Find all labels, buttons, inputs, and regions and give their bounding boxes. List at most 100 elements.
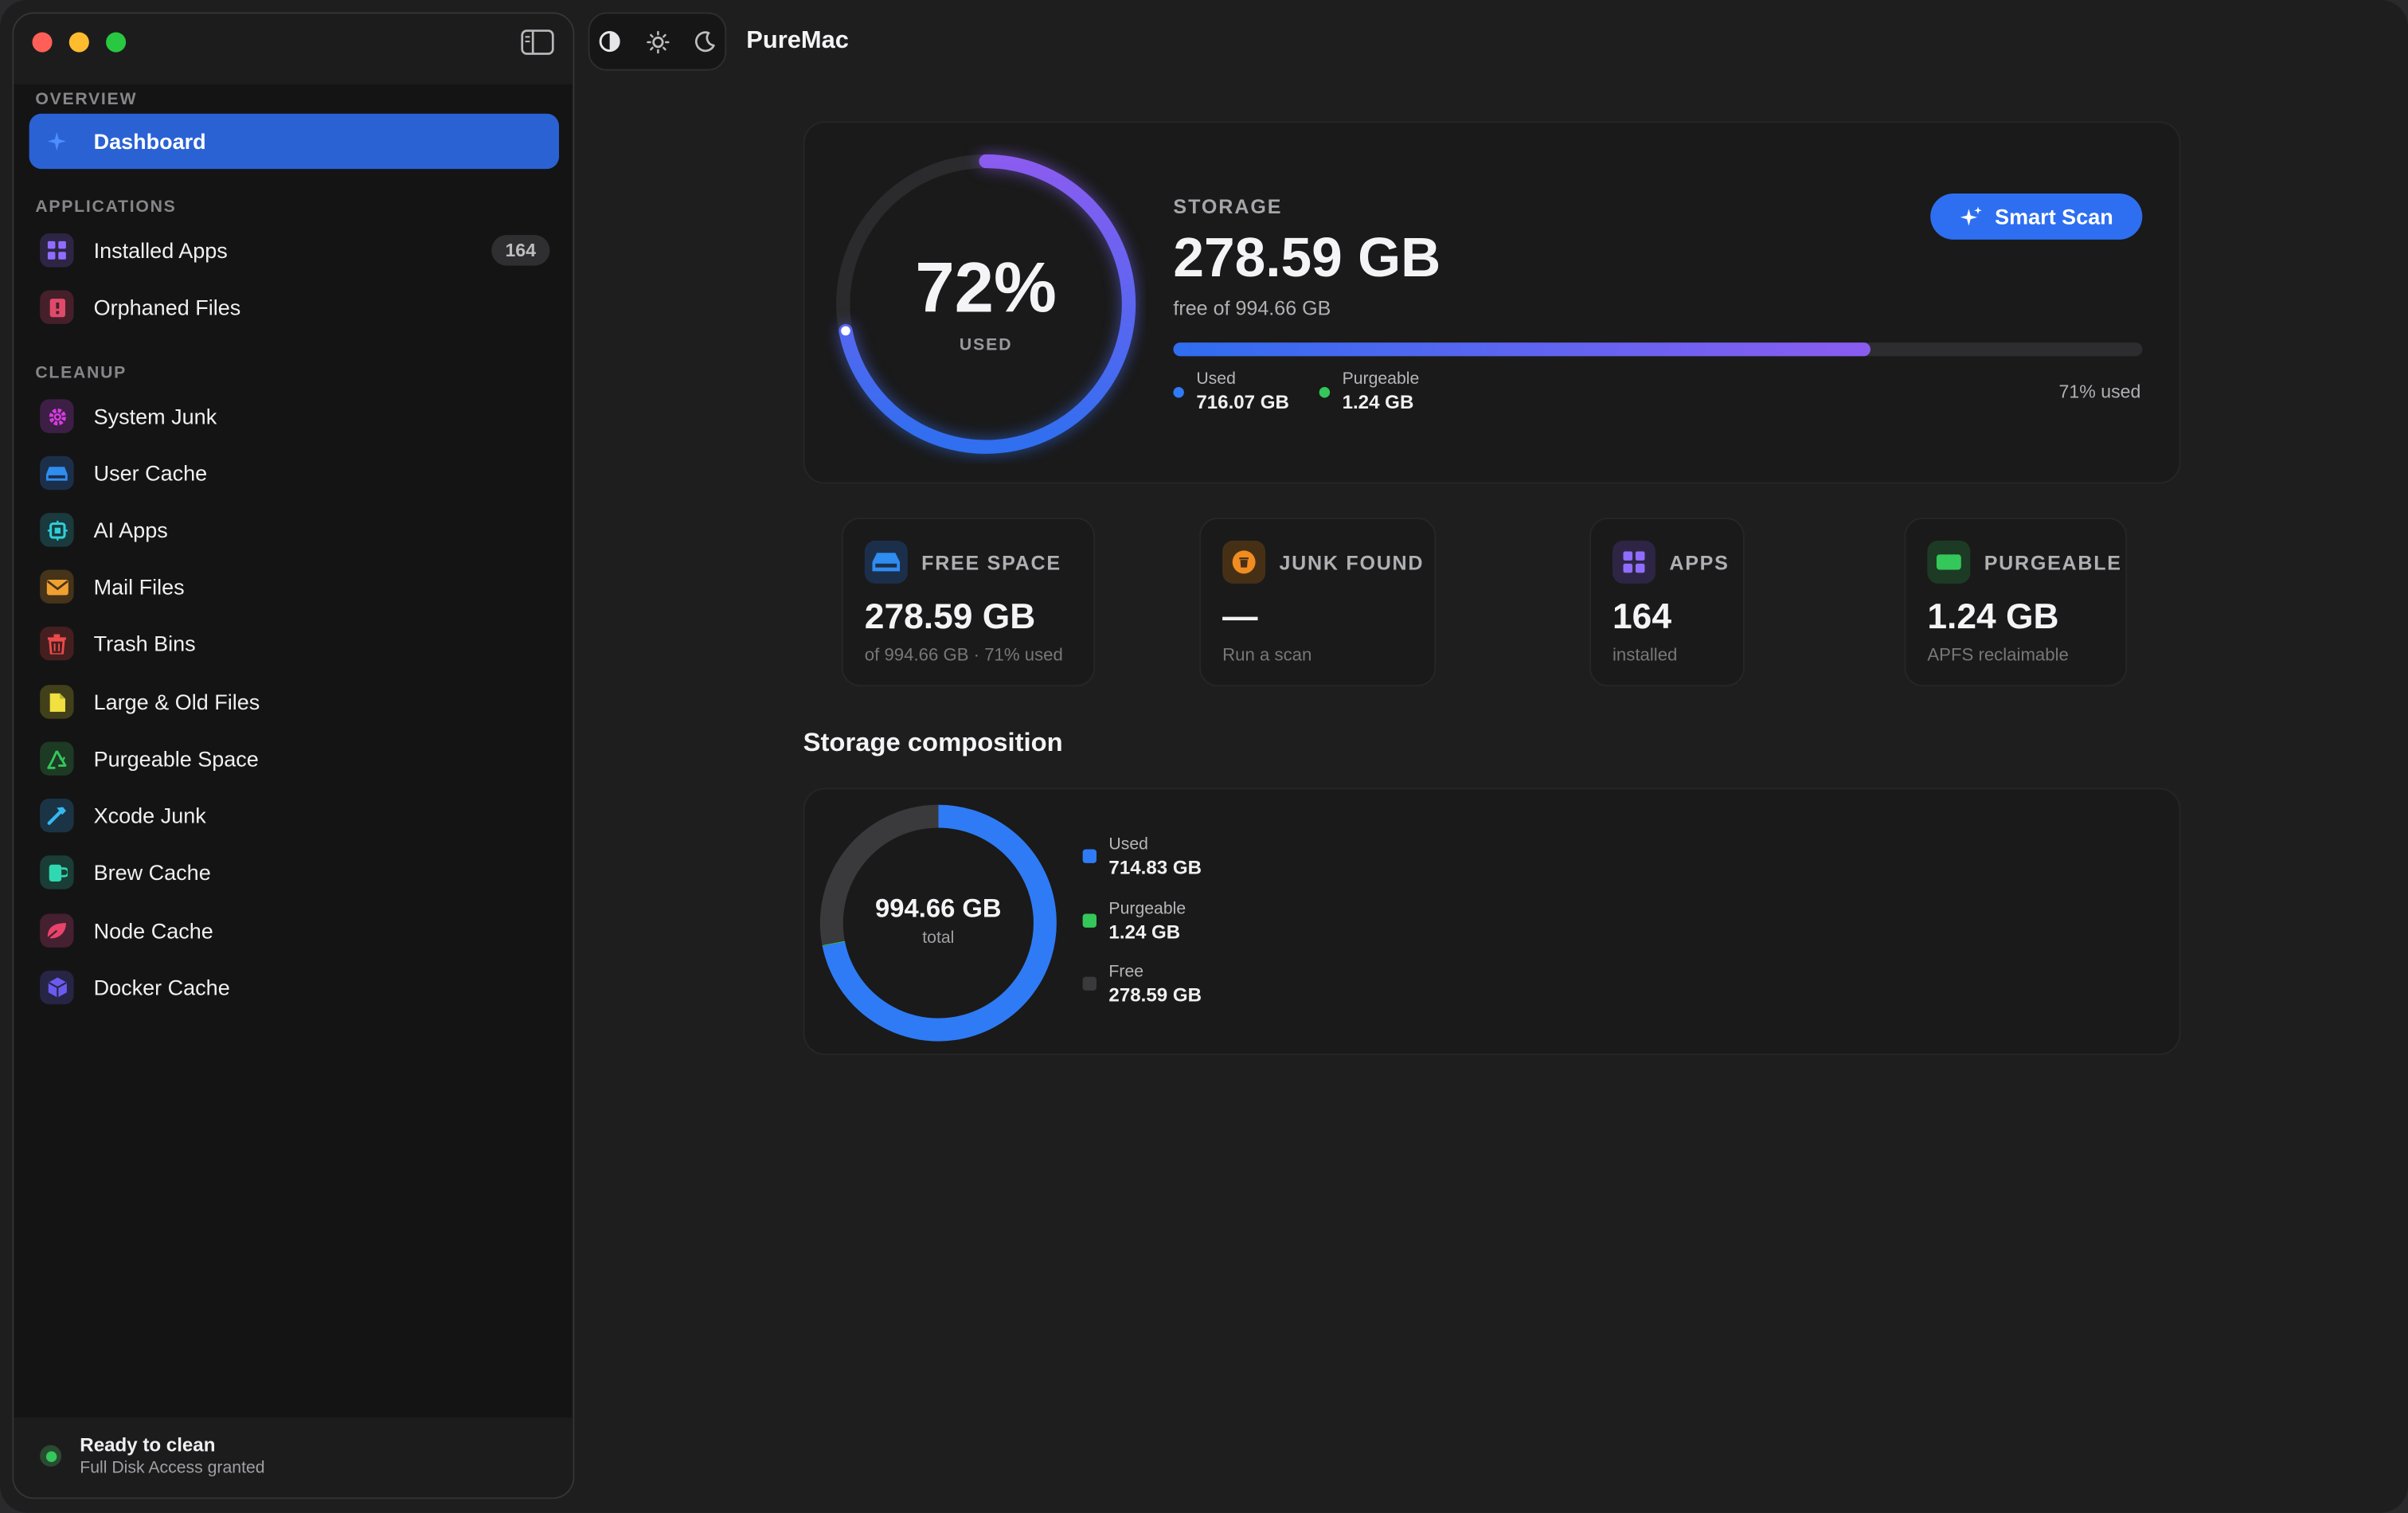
grid-icon [40, 233, 74, 268]
contrast-icon[interactable] [596, 28, 624, 56]
storage-capacity-text: free of 994.66 GB [1173, 296, 1331, 320]
stat-title: PURGEABLE [1984, 551, 2122, 575]
drive-icon [40, 455, 74, 491]
moon-icon[interactable] [691, 28, 719, 56]
section-label-cleanup: CLEANUP [35, 364, 127, 383]
legend-key: Used [1108, 835, 1148, 854]
smart-scan-button[interactable]: Smart Scan [1930, 193, 2143, 240]
trash-icon [1222, 540, 1266, 584]
sidebar-item-docker-cache[interactable]: Docker Cache [29, 960, 559, 1015]
legend-swatch [1082, 913, 1096, 928]
recycle-icon [40, 741, 74, 776]
app-title: PureMac [746, 27, 849, 54]
sidebar-item-installed-apps[interactable]: Installed Apps 164 [29, 223, 559, 278]
sparkle-icon [40, 124, 73, 158]
stat-subtitle: of 994.66 GB · 71% used [864, 646, 1063, 666]
status-title: Ready to clean [80, 1434, 216, 1456]
sidebar-item-trash-bins[interactable]: Trash Bins [29, 616, 559, 670]
sidebar-item-ai-apps[interactable]: AI Apps [29, 502, 559, 557]
legend-key: Purgeable [1108, 900, 1186, 919]
sidebar-item-xcode-junk[interactable]: Xcode Junk [29, 788, 559, 843]
section-label-applications: APPLICATIONS [35, 197, 177, 217]
stat-card-free-space: FREE SPACE 278.59 GB of 994.66 GB · 71% … [841, 517, 1096, 687]
minimize-window-button[interactable] [68, 32, 89, 53]
sidebar-item-label: Xcode Junk [93, 803, 206, 828]
status-subtitle: Full Disk Access granted [80, 1459, 265, 1478]
sidebar-item-label: Mail Files [93, 574, 185, 600]
composition-total-value: 994.66 GB [875, 893, 1002, 924]
stat-value: — [1222, 596, 1258, 636]
close-window-button[interactable] [32, 32, 53, 53]
sidebar-item-user-cache[interactable]: User Cache [29, 445, 559, 500]
leaf-icon [40, 913, 74, 948]
stat-value: 164 [1612, 596, 1672, 636]
sidebar-item-label: System Junk [93, 404, 217, 429]
legend-dot [1173, 386, 1184, 398]
legend-value: 1.24 GB [1342, 391, 1414, 413]
sidebar: OVERVIEW Dashboard APPLICATIONS Installe… [12, 12, 575, 1499]
legend-value: 714.83 GB [1108, 857, 1202, 879]
storage-overview-panel: 72% USED STORAGE 278.59 GB free of 994.6… [803, 121, 2181, 484]
trash-icon [40, 626, 74, 661]
sidebar-item-brew-cache[interactable]: Brew Cache [29, 845, 559, 900]
sparkle-icon [1960, 205, 1983, 228]
sidebar-item-label: Node Cache [93, 918, 213, 944]
sidebar-item-label: Brew Cache [93, 859, 211, 885]
memory-icon [1927, 540, 1971, 584]
stat-card-junk-found: JUNK FOUND — Run a scan [1199, 517, 1437, 687]
stat-subtitle: installed [1612, 646, 1678, 666]
composition-total-label: total [922, 929, 955, 948]
sidebar-item-purgeable-space[interactable]: Purgeable Space [29, 731, 559, 786]
legend-swatch [1082, 849, 1096, 863]
stat-title: JUNK FOUND [1279, 551, 1425, 575]
sidebar-item-label: User Cache [93, 460, 208, 486]
status-footer: Ready to clean Full Disk Access granted [14, 1417, 573, 1498]
sidebar-item-system-junk[interactable]: System Junk [29, 389, 559, 444]
stat-value: 278.59 GB [864, 596, 1036, 636]
status-dot-icon [40, 1445, 62, 1467]
sidebar-item-label: Trash Bins [93, 631, 196, 656]
gauge-used-caption: USED [959, 336, 1013, 355]
stat-subtitle: APFS reclaimable [1927, 646, 2069, 666]
file-icon [40, 685, 74, 719]
section-label-overview: OVERVIEW [35, 90, 138, 109]
legend-value: 1.24 GB [1108, 921, 1181, 944]
stat-title: APPS [1669, 551, 1730, 575]
legend-key: Purgeable [1342, 369, 1420, 389]
legend-dot [1319, 386, 1331, 398]
hammer-icon [40, 798, 74, 833]
sidebar-item-label: Orphaned Files [93, 295, 241, 320]
app-window: OVERVIEW Dashboard APPLICATIONS Installe… [0, 0, 2408, 1513]
legend-key: Free [1108, 963, 1144, 982]
sidebar-item-large-old-files[interactable]: Large & Old Files [29, 674, 559, 729]
chip-icon [40, 513, 74, 547]
gauge-percent: 72% [915, 247, 1057, 327]
legend-swatch [1082, 976, 1096, 991]
sidebar-item-mail-files[interactable]: Mail Files [29, 559, 559, 614]
stat-card-purgeable: PURGEABLE 1.24 GB APFS reclaimable [1904, 517, 2128, 687]
sidebar-toggle-icon[interactable] [521, 29, 554, 56]
storage-free-value: 278.59 GB [1173, 225, 1441, 289]
legend-value: 716.07 GB [1196, 391, 1289, 413]
stat-subtitle: Run a scan [1222, 646, 1312, 666]
storage-composition-heading: Storage composition [803, 728, 1063, 757]
stat-value: 1.24 GB [1927, 596, 2059, 636]
cube-icon [40, 970, 74, 1005]
legend-value: 278.59 GB [1108, 984, 1202, 1007]
sidebar-item-label: Installed Apps [93, 237, 228, 263]
installed-apps-count-badge: 164 [491, 235, 550, 266]
drive-icon [864, 540, 908, 584]
sidebar-item-node-cache[interactable]: Node Cache [29, 903, 559, 958]
sidebar-item-label: Dashboard [93, 128, 206, 154]
zoom-window-button[interactable] [106, 32, 127, 53]
grid-icon [1612, 540, 1656, 584]
document-icon [40, 290, 74, 324]
sun-icon[interactable] [643, 28, 671, 56]
storage-usage-bar [1173, 342, 2143, 357]
sidebar-item-dashboard[interactable]: Dashboard [29, 113, 559, 170]
sidebar-item-orphaned-files[interactable]: Orphaned Files [29, 280, 559, 334]
storage-label: STORAGE [1173, 194, 1283, 218]
sidebar-item-label: Purgeable Space [93, 746, 259, 772]
stat-title: FREE SPACE [921, 551, 1061, 575]
storage-usage-bar-fill [1173, 342, 1871, 357]
